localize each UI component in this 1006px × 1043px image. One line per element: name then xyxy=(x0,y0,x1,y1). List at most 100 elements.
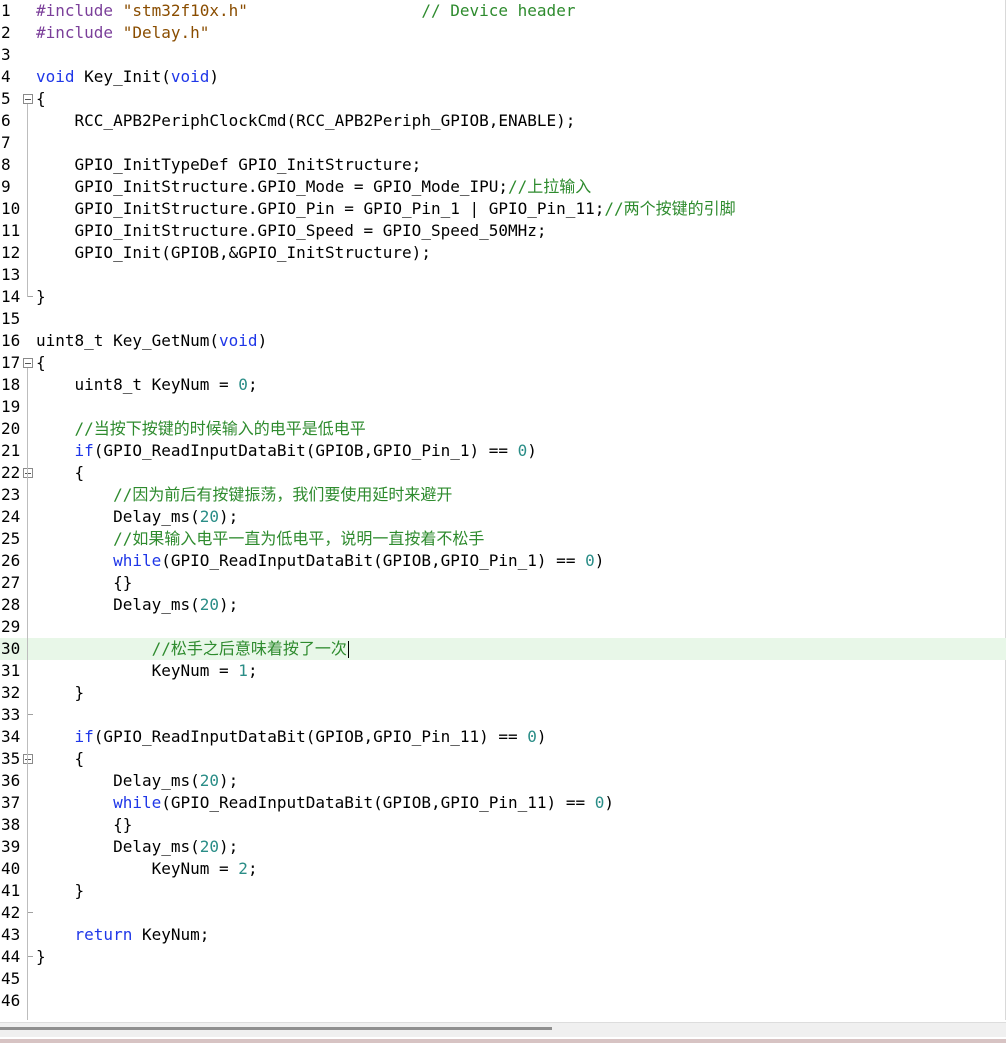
code-line[interactable]: 38 {} xyxy=(0,814,1006,836)
code-line[interactable]: 8 GPIO_InitTypeDef GPIO_InitStructure; xyxy=(0,154,1006,176)
code-text[interactable]: #include "stm32f10x.h" // Device header xyxy=(36,0,575,22)
code-text[interactable]: //当按下按键的时候输入的电平是低电平 xyxy=(36,418,366,440)
code-text[interactable]: if(GPIO_ReadInputDataBit(GPIOB,GPIO_Pin_… xyxy=(36,440,537,462)
code-line[interactable]: 35 { xyxy=(0,748,1006,770)
code-line[interactable]: 44} xyxy=(0,946,1006,968)
code-line[interactable]: 20 //当按下按键的时候输入的电平是低电平 xyxy=(0,418,1006,440)
code-text[interactable]: //松手之后意味着按了一次 xyxy=(36,638,349,660)
code-line[interactable]: 15 xyxy=(0,308,1006,330)
code-text[interactable]: } xyxy=(36,682,85,704)
code-line[interactable]: 29 xyxy=(0,616,1006,638)
code-line[interactable]: 4 void Key_Init(void) xyxy=(0,66,1006,88)
code-token: (GPIO_ReadInputDataBit(GPIOB,GPIO_Pin_11… xyxy=(161,793,595,812)
fold-collapse-icon[interactable] xyxy=(23,358,33,368)
line-number: 29 xyxy=(1,617,21,636)
code-line[interactable]: 22 { xyxy=(0,462,1006,484)
code-text[interactable]: uint8_t KeyNum = 0; xyxy=(36,374,258,396)
code-line[interactable]: 16 uint8_t Key_GetNum(void) xyxy=(0,330,1006,352)
code-line[interactable]: 6 RCC_APB2PeriphClockCmd(RCC_APB2Periph_… xyxy=(0,110,1006,132)
code-line[interactable]: 19 xyxy=(0,396,1006,418)
code-text[interactable]: GPIO_InitStructure.GPIO_Pin = GPIO_Pin_1… xyxy=(36,198,736,220)
code-line[interactable]: 12 GPIO_Init(GPIOB,&GPIO_InitStructure); xyxy=(0,242,1006,264)
code-line[interactable]: 37 while(GPIO_ReadInputDataBit(GPIOB,GPI… xyxy=(0,792,1006,814)
code-line[interactable]: 45 xyxy=(0,968,1006,990)
line-number: 38 xyxy=(1,815,21,834)
code-text[interactable]: GPIO_InitStructure.GPIO_Speed = GPIO_Spe… xyxy=(36,220,547,242)
line-number: 45 xyxy=(1,969,21,988)
code-line-active[interactable]: 30 //松手之后意味着按了一次 xyxy=(0,638,1006,660)
code-line[interactable]: 7 xyxy=(0,132,1006,154)
code-editor[interactable]: 1 #include "stm32f10x.h" // Device header… xyxy=(0,0,1006,1020)
code-text[interactable]: KeyNum = 1; xyxy=(36,660,258,682)
code-line[interactable]: 32 } xyxy=(0,682,1006,704)
code-line[interactable]: 41 } xyxy=(0,880,1006,902)
code-token: Delay_ms( xyxy=(36,595,200,614)
code-text[interactable]: //如果输入电平一直为低电平，说明一直按着不松手 xyxy=(36,528,484,550)
code-text[interactable]: GPIO_Init(GPIOB,&GPIO_InitStructure); xyxy=(36,242,431,264)
code-line[interactable]: 39 Delay_ms(20); xyxy=(0,836,1006,858)
code-text[interactable]: Delay_ms(20); xyxy=(36,594,238,616)
code-line[interactable]: 34 if(GPIO_ReadInputDataBit(GPIOB,GPIO_P… xyxy=(0,726,1006,748)
code-text[interactable]: { xyxy=(36,748,85,770)
code-text[interactable]: return KeyNum; xyxy=(36,924,210,946)
line-number: 40 xyxy=(1,859,21,878)
code-line[interactable]: 5{ xyxy=(0,88,1006,110)
code-line[interactable]: 21 if(GPIO_ReadInputDataBit(GPIOB,GPIO_P… xyxy=(0,440,1006,462)
code-text[interactable]: { xyxy=(36,462,85,484)
line-number: 7 xyxy=(1,133,11,152)
code-line[interactable]: 27 {} xyxy=(0,572,1006,594)
code-line[interactable]: 14} xyxy=(0,286,1006,308)
code-text[interactable]: KeyNum = 2; xyxy=(36,858,258,880)
code-line[interactable]: 26 while(GPIO_ReadInputDataBit(GPIOB,GPI… xyxy=(0,550,1006,572)
code-text[interactable]: while(GPIO_ReadInputDataBit(GPIOB,GPIO_P… xyxy=(36,792,614,814)
code-line[interactable]: 40 KeyNum = 2; xyxy=(0,858,1006,880)
code-line[interactable]: 13 xyxy=(0,264,1006,286)
code-line[interactable]: 17 { xyxy=(0,352,1006,374)
code-text[interactable]: } xyxy=(36,286,46,308)
code-text[interactable]: Delay_ms(20); xyxy=(36,506,238,528)
code-line[interactable]: 11 GPIO_InitStructure.GPIO_Speed = GPIO_… xyxy=(0,220,1006,242)
code-line[interactable]: 2 #include "Delay.h" xyxy=(0,22,1006,44)
code-line[interactable]: 23 //因为前后有按键振荡，我们要使用延时来避开 xyxy=(0,484,1006,506)
code-text[interactable]: Delay_ms(20); xyxy=(36,836,238,858)
code-text[interactable]: while(GPIO_ReadInputDataBit(GPIOB,GPIO_P… xyxy=(36,550,604,572)
fold-collapse-icon[interactable] xyxy=(23,754,33,764)
code-text[interactable]: { xyxy=(36,88,46,110)
horizontal-scrollbar[interactable] xyxy=(0,1022,1006,1037)
code-line[interactable]: 31 KeyNum = 1; xyxy=(0,660,1006,682)
code-line[interactable]: 36 Delay_ms(20); xyxy=(0,770,1006,792)
code-text[interactable]: {} xyxy=(36,572,132,594)
code-line[interactable]: 1 #include "stm32f10x.h" // Device header xyxy=(0,0,1006,22)
code-text[interactable]: { xyxy=(36,352,46,374)
code-text[interactable]: uint8_t Key_GetNum(void) xyxy=(36,330,267,352)
code-text[interactable]: } xyxy=(36,880,85,902)
code-line[interactable]: 33 xyxy=(0,704,1006,726)
code-text[interactable]: GPIO_InitStructure.GPIO_Mode = GPIO_Mode… xyxy=(36,176,592,198)
code-line[interactable]: 42 xyxy=(0,902,1006,924)
code-text[interactable]: Delay_ms(20); xyxy=(36,770,238,792)
fold-collapse-icon[interactable] xyxy=(23,94,33,104)
line-number: 17 xyxy=(1,353,21,372)
code-token: //因为前后有按键振荡，我们要使用延时来避开 xyxy=(113,485,453,504)
code-line[interactable]: 43 return KeyNum; xyxy=(0,924,1006,946)
code-line[interactable]: 46 xyxy=(0,990,1006,1012)
code-text[interactable]: RCC_APB2PeriphClockCmd(RCC_APB2Periph_GP… xyxy=(36,110,576,132)
fold-collapse-icon[interactable] xyxy=(23,468,33,478)
code-line[interactable]: 25 //如果输入电平一直为低电平，说明一直按着不松手 xyxy=(0,528,1006,550)
code-text[interactable]: if(GPIO_ReadInputDataBit(GPIOB,GPIO_Pin_… xyxy=(36,726,547,748)
code-line[interactable]: 3 xyxy=(0,44,1006,66)
code-line[interactable]: 9 GPIO_InitStructure.GPIO_Mode = GPIO_Mo… xyxy=(0,176,1006,198)
code-line[interactable]: 10 GPIO_InitStructure.GPIO_Pin = GPIO_Pi… xyxy=(0,198,1006,220)
code-text[interactable]: void Key_Init(void) xyxy=(36,66,219,88)
code-text[interactable]: //因为前后有按键振荡，我们要使用延时来避开 xyxy=(36,484,452,506)
code-line[interactable]: 24 Delay_ms(20); xyxy=(0,506,1006,528)
code-line[interactable]: 28 Delay_ms(20); xyxy=(0,594,1006,616)
code-text[interactable]: GPIO_InitTypeDef GPIO_InitStructure; xyxy=(36,154,422,176)
line-number: 12 xyxy=(1,243,21,262)
code-line[interactable]: 18 uint8_t KeyNum = 0; xyxy=(0,374,1006,396)
code-text[interactable]: #include "Delay.h" xyxy=(36,22,209,44)
horizontal-scrollbar-thumb[interactable] xyxy=(0,1027,552,1030)
code-text[interactable]: } xyxy=(36,946,46,968)
code-text[interactable]: {} xyxy=(36,814,132,836)
